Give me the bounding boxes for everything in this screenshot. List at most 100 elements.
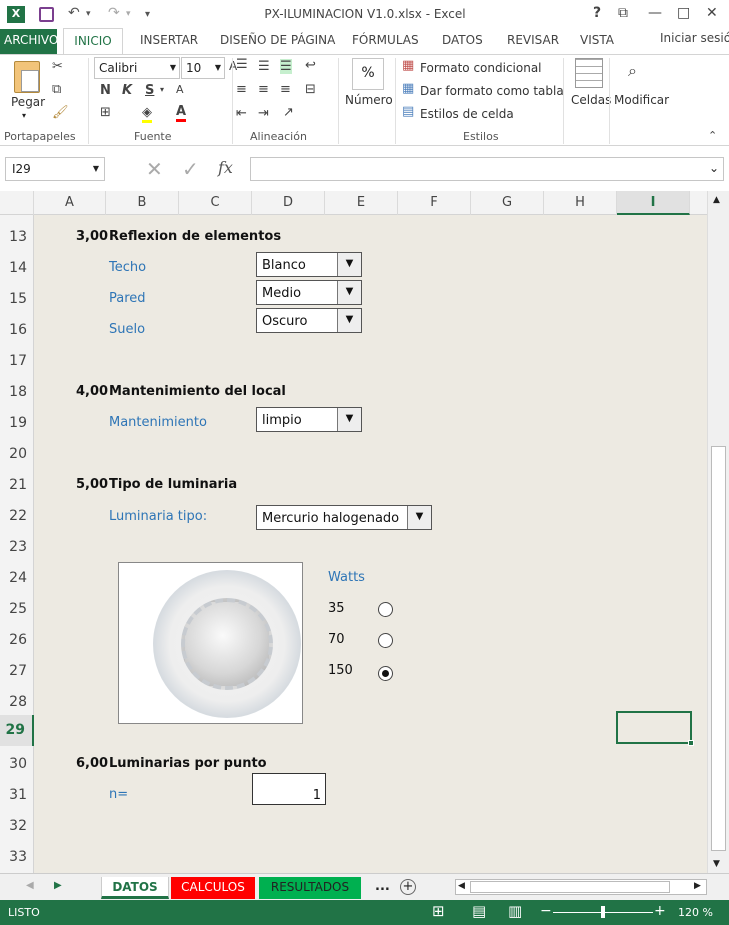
tab-diseno-pagina[interactable]: DISEÑO DE PÁGINA bbox=[220, 33, 335, 47]
row-header[interactable]: 21 bbox=[0, 477, 34, 493]
wrap-text-icon[interactable]: ↩ bbox=[305, 58, 316, 73]
row-header[interactable]: 31 bbox=[0, 787, 34, 803]
cut-icon[interactable]: ✂ bbox=[52, 59, 63, 74]
underline-button[interactable]: S bbox=[145, 83, 154, 98]
paste-button[interactable]: Pegar bbox=[11, 95, 45, 109]
row-header[interactable]: 23 bbox=[0, 539, 34, 555]
customize-quick-access-icon[interactable]: ▾ bbox=[145, 9, 150, 20]
align-left-icon[interactable]: ≡ bbox=[236, 82, 247, 97]
horizontal-scrollbar[interactable]: ◀ ▶ bbox=[455, 879, 707, 895]
watts-radio-70[interactable] bbox=[378, 633, 393, 648]
tab-formulas[interactable]: FÓRMULAS bbox=[352, 33, 419, 47]
tab-archivo[interactable]: ARCHIVO bbox=[0, 29, 58, 54]
tab-insertar[interactable]: INSERTAR bbox=[140, 33, 198, 47]
column-header-i[interactable]: I bbox=[617, 191, 690, 215]
row-header[interactable]: 20 bbox=[0, 446, 34, 462]
row-header-selected[interactable]: 29 bbox=[0, 715, 34, 746]
select-all-corner[interactable] bbox=[0, 191, 34, 215]
tab-vista[interactable]: VISTA bbox=[580, 33, 614, 47]
row-header[interactable]: 26 bbox=[0, 632, 34, 648]
horizontal-scroll-thumb[interactable] bbox=[470, 881, 670, 893]
font-size-select[interactable]: 10 ▼ bbox=[181, 57, 225, 79]
copy-icon[interactable]: ⧉ bbox=[52, 82, 61, 97]
scroll-right-icon[interactable]: ▶ bbox=[694, 881, 701, 891]
find-binoculars-icon[interactable]: ⌕ bbox=[628, 61, 637, 81]
minimize-button[interactable]: — bbox=[648, 5, 662, 21]
cancel-icon[interactable]: ✕ bbox=[146, 157, 163, 181]
tab-inicio[interactable]: INICIO bbox=[63, 28, 123, 55]
tab-datos[interactable]: DATOS bbox=[442, 33, 483, 47]
row-header[interactable]: 19 bbox=[0, 415, 34, 431]
normal-view-icon[interactable]: ⊞ bbox=[432, 902, 445, 920]
number-button[interactable]: Número bbox=[345, 93, 393, 107]
collapse-ribbon-icon[interactable]: ⌃ bbox=[708, 129, 717, 142]
sheet-tab-datos[interactable]: DATOS bbox=[101, 877, 169, 899]
format-table-button[interactable]: Dar formato como tabla bbox=[420, 84, 564, 98]
close-button[interactable]: ✕ bbox=[706, 5, 718, 21]
merge-center-icon[interactable]: ⊟ bbox=[305, 82, 316, 97]
fill-color-icon[interactable]: ◈ bbox=[142, 105, 152, 123]
tab-scroll-left-icon[interactable]: ◀ bbox=[26, 880, 34, 891]
align-right-icon[interactable]: ≡ bbox=[280, 82, 291, 97]
orientation-icon[interactable]: ↗ bbox=[283, 105, 294, 120]
new-sheet-icon[interactable]: + bbox=[400, 879, 416, 895]
font-name-select[interactable]: Calibri ▼ bbox=[94, 57, 180, 79]
editing-button[interactable]: Modificar bbox=[614, 93, 669, 107]
name-box[interactable]: I29 ▼ bbox=[5, 157, 105, 181]
row-header[interactable]: 22 bbox=[0, 508, 34, 524]
row-header[interactable]: 15 bbox=[0, 291, 34, 307]
zoom-level[interactable]: 120 % bbox=[678, 906, 713, 919]
decrease-indent-icon[interactable]: ⇤ bbox=[236, 106, 247, 121]
watts-radio-35[interactable] bbox=[378, 602, 393, 617]
more-sheets-button[interactable]: ... bbox=[375, 879, 390, 894]
row-header[interactable]: 25 bbox=[0, 601, 34, 617]
zoom-slider-thumb[interactable] bbox=[601, 906, 605, 918]
undo-dropdown-icon[interactable]: ▾ bbox=[86, 9, 91, 19]
cells-icon[interactable] bbox=[575, 58, 603, 88]
zoom-out-icon[interactable]: − bbox=[540, 903, 552, 919]
expand-formula-bar-icon[interactable]: ⌄ bbox=[709, 161, 719, 175]
align-bottom-icon[interactable]: ☰ bbox=[280, 59, 292, 74]
cell-styles-button[interactable]: Estilos de celda bbox=[420, 107, 514, 121]
ribbon-display-options-icon[interactable]: ⧉ bbox=[618, 5, 628, 21]
suelo-dropdown[interactable]: Oscuro ▼ bbox=[256, 308, 362, 333]
paste-dropdown-icon[interactable]: ▾ bbox=[22, 111, 26, 120]
cells-button[interactable]: Celdas bbox=[571, 93, 611, 107]
column-header-g[interactable]: G bbox=[471, 191, 544, 215]
column-header-b[interactable]: B bbox=[106, 191, 179, 215]
column-header-d[interactable]: D bbox=[252, 191, 325, 215]
scroll-down-icon[interactable]: ▼ bbox=[713, 859, 720, 869]
save-icon[interactable] bbox=[39, 7, 54, 22]
formula-input[interactable]: ⌄ bbox=[250, 157, 724, 181]
tab-revisar[interactable]: REVISAR bbox=[507, 33, 559, 47]
align-top-icon[interactable]: ☰ bbox=[236, 57, 248, 72]
help-button[interactable]: ? bbox=[593, 5, 601, 21]
undo-icon[interactable]: ↶ bbox=[68, 5, 80, 21]
scroll-left-icon[interactable]: ◀ bbox=[458, 881, 465, 891]
increase-indent-icon[interactable]: ⇥ bbox=[258, 106, 269, 121]
fill-handle[interactable] bbox=[688, 740, 694, 746]
zoom-in-icon[interactable]: + bbox=[654, 903, 666, 919]
italic-button[interactable]: K bbox=[122, 83, 132, 98]
row-header[interactable]: 14 bbox=[0, 260, 34, 276]
page-break-view-icon[interactable]: ▥ bbox=[508, 902, 522, 920]
column-header-e[interactable]: E bbox=[325, 191, 398, 215]
row-header[interactable]: 27 bbox=[0, 663, 34, 679]
enter-icon[interactable]: ✓ bbox=[182, 157, 199, 181]
decrease-font-icon[interactable]: A bbox=[176, 83, 184, 96]
row-header[interactable]: 17 bbox=[0, 353, 34, 369]
borders-icon[interactable]: ⊞ bbox=[100, 105, 111, 120]
row-header[interactable]: 30 bbox=[0, 756, 34, 772]
watts-radio-150[interactable] bbox=[378, 666, 393, 681]
redo-dropdown-icon[interactable]: ▾ bbox=[126, 9, 131, 19]
techo-dropdown[interactable]: Blanco ▼ bbox=[256, 252, 362, 277]
zoom-slider[interactable] bbox=[553, 906, 653, 918]
column-header-c[interactable]: C bbox=[179, 191, 252, 215]
underline-dropdown-icon[interactable]: ▾ bbox=[160, 85, 164, 94]
redo-icon[interactable]: ↷ bbox=[108, 5, 120, 21]
mantenimiento-dropdown[interactable]: limpio ▼ bbox=[256, 407, 362, 432]
row-header[interactable]: 16 bbox=[0, 322, 34, 338]
maximize-button[interactable]: □ bbox=[677, 5, 690, 21]
row-header[interactable]: 24 bbox=[0, 570, 34, 586]
align-center-icon[interactable]: ≡ bbox=[258, 82, 269, 97]
